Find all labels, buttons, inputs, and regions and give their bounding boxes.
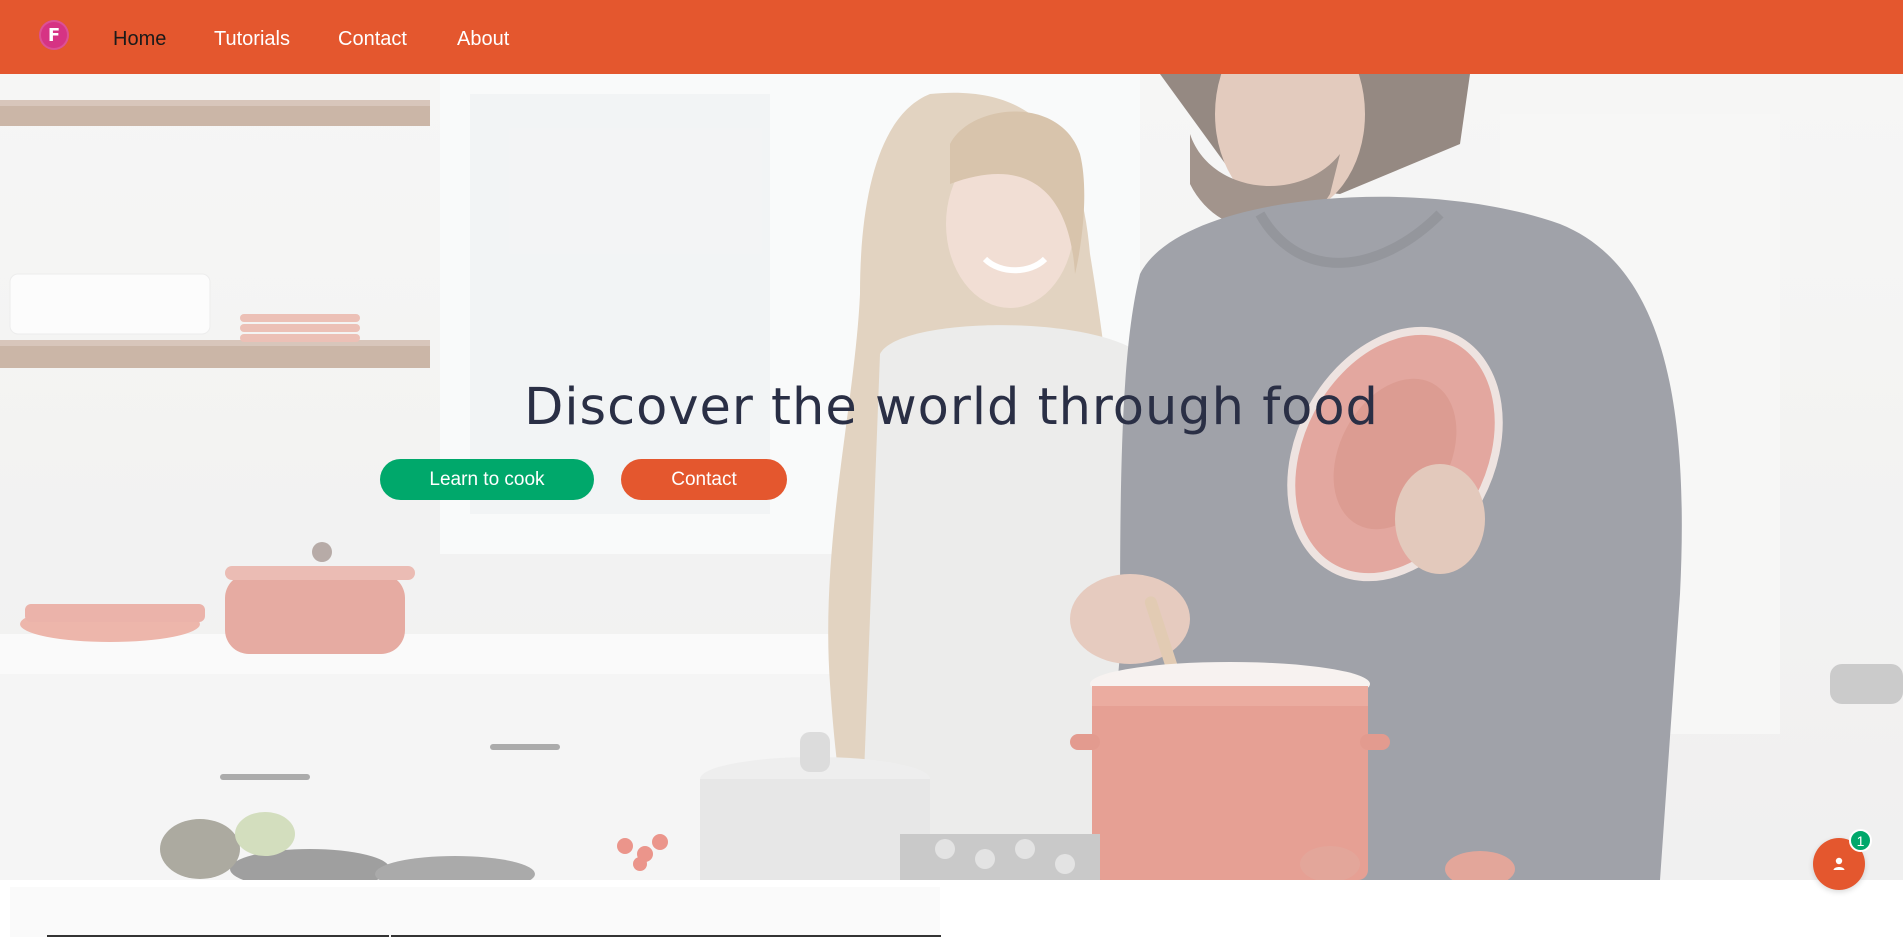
learn-to-cook-button[interactable]: Learn to cook: [380, 459, 594, 500]
hero-section: Discover the world through food Learn to…: [0, 74, 1903, 880]
hero-title: Discover the world through food: [524, 378, 1379, 437]
hero-contact-button[interactable]: Contact: [621, 459, 787, 500]
hero-overlay: [0, 74, 1903, 880]
notification-badge: 1: [1849, 829, 1872, 852]
nav-link-tutorials[interactable]: Tutorials: [214, 28, 290, 51]
nav-link-about[interactable]: About: [457, 28, 509, 51]
nav-link-contact[interactable]: Contact: [338, 28, 407, 51]
user-icon: [1833, 857, 1845, 870]
brand-logo-icon[interactable]: F: [39, 20, 69, 50]
nav-link-home[interactable]: Home: [113, 28, 166, 51]
content-card: [10, 887, 940, 937]
top-navbar: F Home Tutorials Contact About: [0, 0, 1903, 74]
